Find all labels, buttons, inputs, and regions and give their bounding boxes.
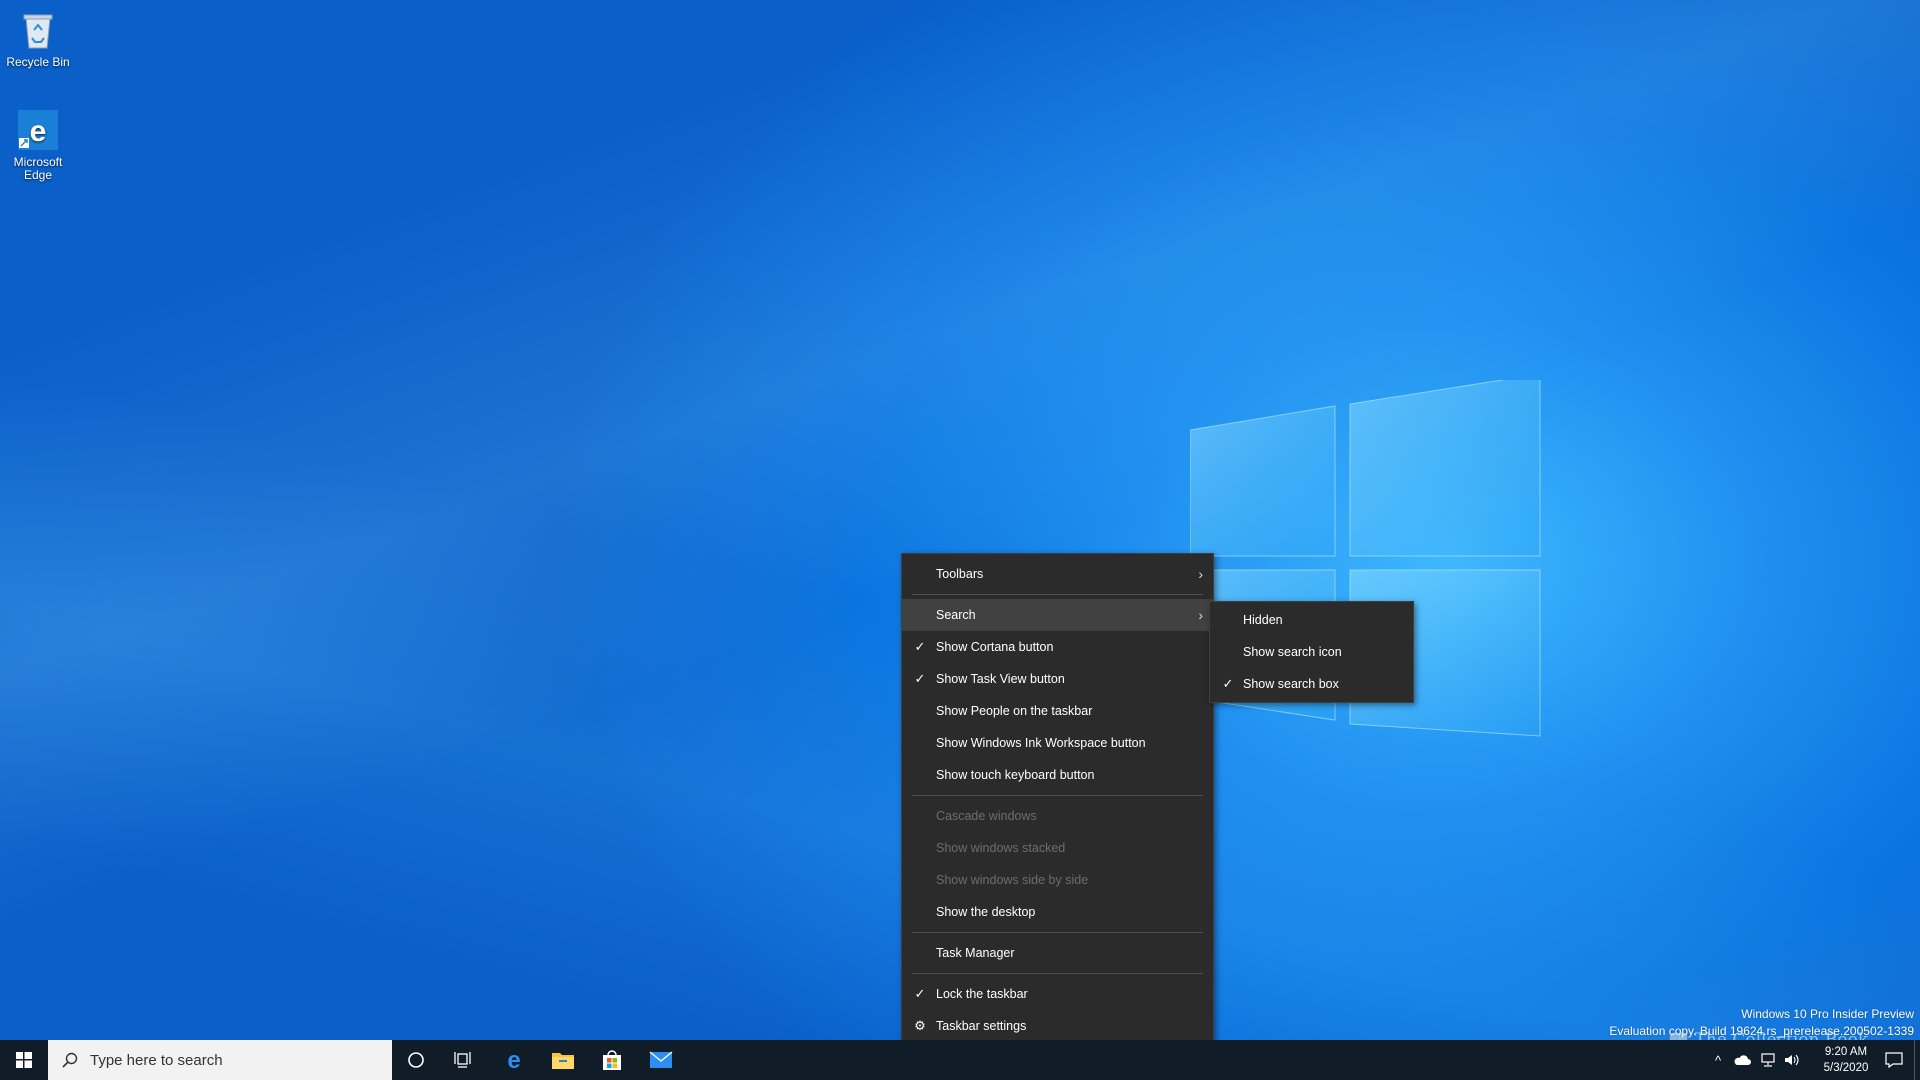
submenu-item-show-search-box[interactable]: ✓ Show search box [1210, 668, 1413, 700]
menu-item-show-windows-side-by-side: Show windows side by side [902, 864, 1213, 896]
cortana-icon [408, 1052, 424, 1068]
checkmark-icon: ✓ [1222, 676, 1234, 691]
onedrive-tray-button[interactable] [1730, 1040, 1754, 1080]
desktop-icon-microsoft-edge[interactable]: e Microsoft Edge [0, 108, 78, 182]
menu-separator [912, 973, 1203, 974]
desktop-icon-label: Microsoft Edge [13, 155, 63, 182]
file-explorer-icon [552, 1053, 574, 1069]
menu-item-label: Show search icon [1243, 645, 1342, 659]
menu-item-label: Task Manager [936, 946, 1015, 960]
menu-item-label: Taskbar settings [936, 1019, 1027, 1033]
chevron-right-icon: › [1198, 566, 1203, 582]
svg-text:e: e [30, 115, 47, 148]
desktop-icon-recycle-bin[interactable]: Recycle Bin [0, 8, 78, 69]
taskbar: Type here to search e ^ 9:20 AM 5/3/2020 [0, 1040, 1920, 1080]
chevron-right-icon: › [1198, 607, 1203, 623]
menu-separator [912, 932, 1203, 933]
windows-start-icon [16, 1052, 32, 1068]
menu-item-label: Lock the taskbar [936, 987, 1028, 1001]
menu-item-label: Show windows stacked [936, 841, 1066, 855]
checkmark-icon: ✓ [914, 639, 926, 654]
store-icon [603, 1050, 621, 1070]
action-center-button[interactable] [1876, 1040, 1912, 1080]
start-button[interactable] [0, 1040, 48, 1080]
submenu-item-show-search-icon[interactable]: Show search icon [1210, 636, 1413, 668]
menu-item-label: Show touch keyboard button [936, 768, 1095, 782]
menu-item-show-people[interactable]: Show People on the taskbar [902, 695, 1213, 727]
menu-item-label: Show Cortana button [936, 640, 1054, 654]
clock[interactable]: 9:20 AM 5/3/2020 [1806, 1040, 1886, 1080]
menu-item-label: Cascade windows [936, 809, 1037, 823]
desktop-icon-label: Recycle Bin [6, 55, 70, 69]
menu-separator [912, 594, 1203, 595]
menu-item-show-ink-workspace[interactable]: Show Windows Ink Workspace button [902, 727, 1213, 759]
menu-item-lock-the-taskbar[interactable]: ✓ Lock the taskbar [902, 978, 1213, 1010]
task-view-icon [454, 1052, 471, 1068]
menu-item-label: Hidden [1243, 613, 1283, 627]
menu-item-label: Show the desktop [936, 905, 1036, 919]
menu-item-show-touch-keyboard[interactable]: Show touch keyboard button [902, 759, 1213, 791]
recycle-bin-icon [16, 8, 60, 52]
volume-tray-button[interactable] [1780, 1040, 1804, 1080]
network-icon [1761, 1053, 1775, 1067]
taskbar-edge-button[interactable]: e [490, 1040, 538, 1080]
menu-item-show-cortana-button[interactable]: ✓ Show Cortana button [902, 631, 1213, 663]
chevron-up-icon: ^ [1714, 1052, 1722, 1068]
task-view-button[interactable] [440, 1040, 488, 1080]
menu-item-label: Show windows side by side [936, 873, 1089, 887]
taskbar-search-box[interactable]: Type here to search [48, 1040, 392, 1080]
taskbar-mail-button[interactable] [637, 1040, 685, 1080]
svg-text:e: e [507, 1048, 520, 1072]
menu-item-label: Show Windows Ink Workspace button [936, 736, 1146, 750]
search-icon [62, 1052, 78, 1068]
mail-icon [649, 1051, 673, 1068]
menu-item-show-windows-stacked: Show windows stacked [902, 832, 1213, 864]
search-placeholder: Type here to search [90, 1051, 223, 1069]
checkmark-icon: ✓ [914, 671, 926, 686]
checkmark-icon: ✓ [914, 986, 926, 1001]
menu-item-show-the-desktop[interactable]: Show the desktop [902, 896, 1213, 928]
clock-time: 9:20 AM [1824, 1046, 1868, 1058]
speaker-icon [1785, 1054, 1799, 1066]
notification-icon [1885, 1052, 1903, 1068]
menu-item-cascade-windows: Cascade windows [902, 800, 1213, 832]
search-submenu: Hidden Show search icon ✓ Show search bo… [1209, 601, 1414, 703]
gear-icon: ⚙ [914, 1018, 926, 1033]
menu-item-task-manager[interactable]: Task Manager [902, 937, 1213, 969]
menu-item-taskbar-settings[interactable]: ⚙ Taskbar settings [902, 1010, 1213, 1042]
clock-date: 5/3/2020 [1823, 1062, 1869, 1074]
show-hidden-icons-button[interactable]: ^ [1708, 1040, 1728, 1080]
menu-item-label: Toolbars [936, 567, 984, 581]
network-tray-button[interactable] [1756, 1040, 1780, 1080]
menu-item-search[interactable]: Search › [902, 599, 1213, 631]
taskbar-context-menu: Toolbars › Search › ✓ Show Cortana butto… [901, 553, 1214, 1045]
watermark-line-1: Windows 10 Pro Insider Preview [1741, 1007, 1914, 1021]
menu-item-label: Show People on the taskbar [936, 704, 1093, 718]
submenu-item-hidden[interactable]: Hidden [1210, 604, 1413, 636]
cortana-button[interactable] [392, 1040, 440, 1080]
edge-icon: e [507, 1048, 520, 1072]
menu-item-label: Search [936, 608, 976, 622]
taskbar-store-button[interactable] [588, 1040, 636, 1080]
show-desktop-button[interactable] [1914, 1040, 1915, 1080]
edge-icon: e [16, 108, 60, 152]
menu-separator [912, 795, 1203, 796]
menu-item-show-task-view-button[interactable]: ✓ Show Task View button [902, 663, 1213, 695]
menu-item-label: Show Task View button [936, 672, 1065, 686]
menu-item-label: Show search box [1243, 677, 1339, 691]
taskbar-file-explorer-button[interactable] [539, 1040, 587, 1080]
menu-item-toolbars[interactable]: Toolbars › [902, 558, 1213, 590]
cloud-icon [1734, 1055, 1751, 1065]
